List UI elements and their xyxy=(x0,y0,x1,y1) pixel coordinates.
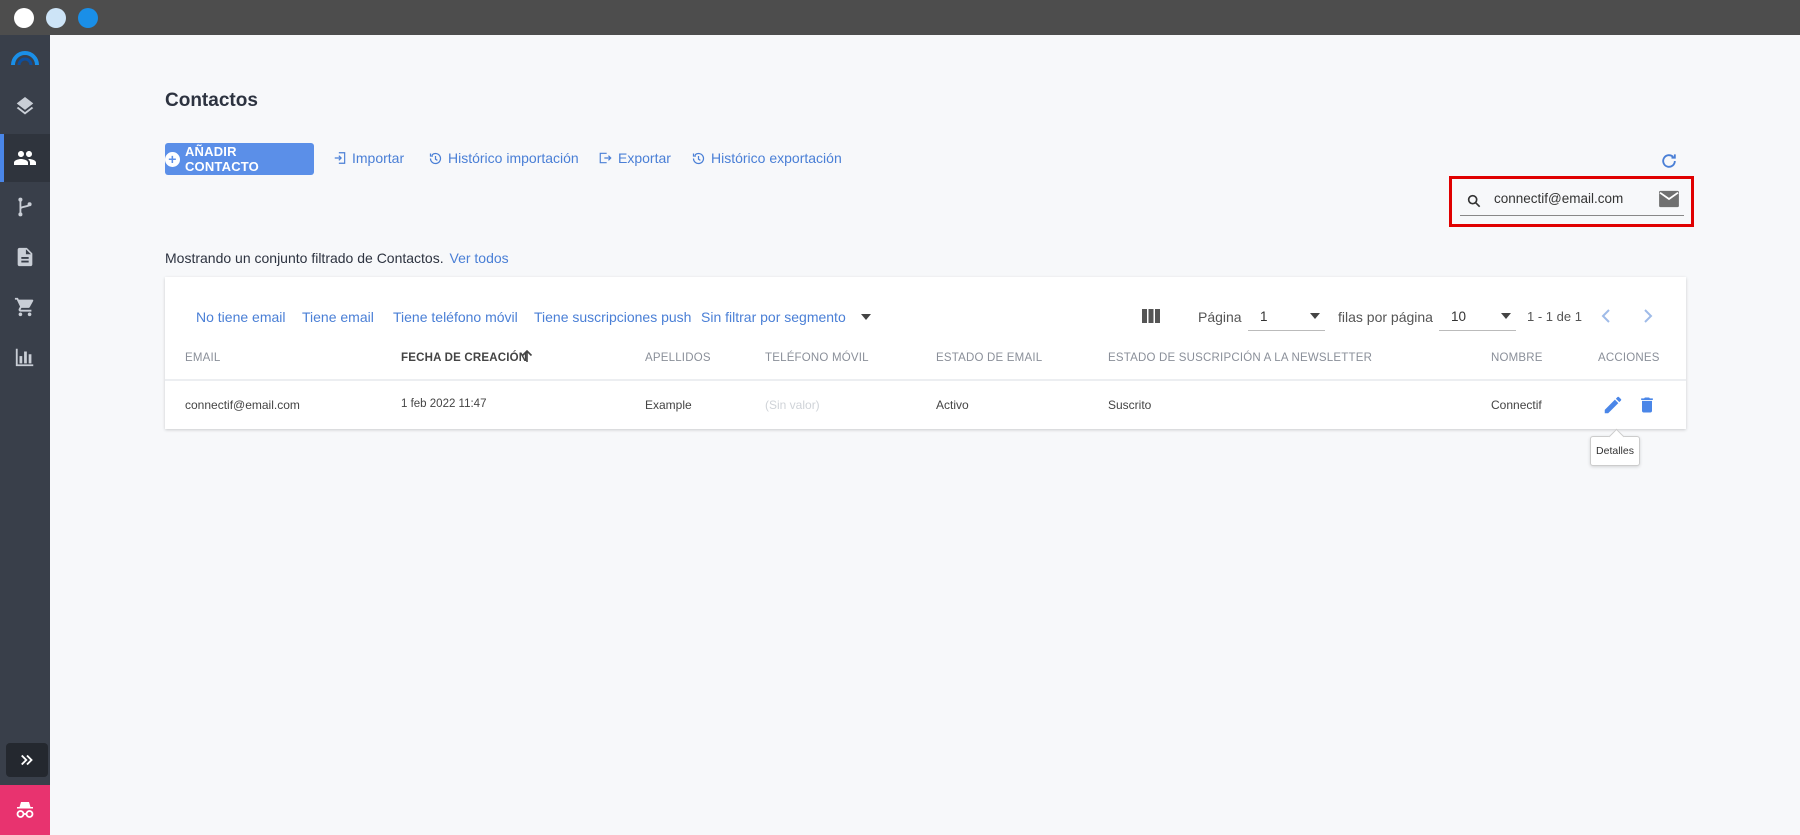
cell-newsletter-status: Suscrito xyxy=(1108,398,1152,412)
pagination-range: 1 - 1 de 1 xyxy=(1527,309,1582,324)
cart-icon xyxy=(14,297,34,317)
chevron-left-icon[interactable] xyxy=(1600,308,1612,324)
search-icon xyxy=(1467,194,1481,208)
email-icon[interactable] xyxy=(1658,190,1680,208)
import-history-button[interactable]: Histórico importación xyxy=(428,150,579,166)
header-email[interactable]: EMAIL xyxy=(185,352,221,364)
incognito-button[interactable] xyxy=(0,785,50,835)
history-icon xyxy=(429,152,442,164)
document-icon xyxy=(17,247,33,267)
chevron-right-icon[interactable] xyxy=(1642,308,1654,324)
import-button[interactable]: Importar xyxy=(333,150,404,166)
page-select[interactable]: 1 xyxy=(1248,301,1325,331)
sidebar xyxy=(0,35,50,835)
incognito-icon xyxy=(16,802,34,818)
filter-notice-text: Mostrando un conjunto filtrado de Contac… xyxy=(165,250,444,266)
rows-per-page-label: filas por página xyxy=(1338,309,1433,325)
window-maximize-button[interactable] xyxy=(78,8,98,28)
export-label: Exportar xyxy=(618,150,671,166)
search-input[interactable] xyxy=(1494,191,1654,206)
header-mobile[interactable]: TELÉFONO MÓVIL xyxy=(765,352,869,364)
edit-icon[interactable] xyxy=(1602,394,1624,416)
sidebar-item-documents[interactable] xyxy=(0,233,50,281)
header-email-status[interactable]: ESTADO DE EMAIL xyxy=(936,352,1042,364)
filter-has-mobile[interactable]: Tiene teléfono móvil xyxy=(393,309,518,325)
header-divider xyxy=(165,379,1686,381)
filter-has-push[interactable]: Tiene suscripciones push xyxy=(534,309,691,325)
cell-email: connectif@email.com xyxy=(185,398,300,412)
sidebar-item-store[interactable] xyxy=(0,283,50,331)
header-created[interactable]: FECHA DE CREACIÓN xyxy=(401,352,527,364)
refresh-icon xyxy=(1662,154,1676,168)
filter-notice: Mostrando un conjunto filtrado de Contac… xyxy=(165,250,509,266)
sidebar-logo[interactable] xyxy=(0,35,50,83)
page-title: Contactos xyxy=(165,90,258,111)
header-actions: ACCIONES xyxy=(1598,352,1660,364)
chevron-down-icon[interactable] xyxy=(861,314,871,320)
history-icon xyxy=(692,152,705,164)
chevron-down-icon xyxy=(1501,313,1511,319)
contacts-table-card: No tiene email Tiene email Tiene teléfon… xyxy=(165,277,1686,429)
contacts-icon xyxy=(14,151,36,165)
export-button[interactable]: Exportar xyxy=(598,150,671,166)
logo-icon xyxy=(11,51,39,66)
header-name[interactable]: NOMBRE xyxy=(1491,352,1543,364)
window-titlebar xyxy=(0,0,1800,35)
sort-arrow-up-icon[interactable] xyxy=(521,349,533,363)
sidebar-item-analytics[interactable] xyxy=(0,333,50,381)
window-close-button[interactable] xyxy=(14,8,34,28)
filter-no-email[interactable]: No tiene email xyxy=(196,309,286,325)
window-minimize-button[interactable] xyxy=(46,8,66,28)
rows-per-page-value: 10 xyxy=(1451,309,1467,324)
delete-icon[interactable] xyxy=(1637,394,1657,416)
export-history-button[interactable]: Histórico exportación xyxy=(691,150,842,166)
cell-name: Connectif xyxy=(1491,398,1542,412)
header-newsletter-status[interactable]: ESTADO DE SUSCRIPCIÓN A LA NEWSLETTER xyxy=(1108,352,1372,364)
workflow-icon xyxy=(18,197,32,217)
import-label: Importar xyxy=(352,150,405,166)
page-select-value: 1 xyxy=(1260,309,1268,324)
cell-created: 1 feb 2022 11:47 xyxy=(401,398,487,410)
double-chevron-right-icon xyxy=(21,754,33,766)
sidebar-item-workflows[interactable] xyxy=(0,183,50,231)
see-all-link[interactable]: Ver todos xyxy=(450,250,509,266)
cell-surname: Example xyxy=(645,398,692,412)
export-history-label: Histórico exportación xyxy=(711,150,842,166)
contact-search-field xyxy=(1460,187,1684,216)
page-label: Página xyxy=(1198,309,1242,325)
sidebar-expand-button[interactable] xyxy=(6,743,48,777)
header-surname[interactable]: APELLIDOS xyxy=(645,352,711,364)
segment-filter-dropdown[interactable]: Sin filtrar por segmento xyxy=(701,309,846,325)
import-icon xyxy=(334,152,346,164)
cell-mobile: (Sin valor) xyxy=(765,398,820,412)
import-history-label: Histórico importación xyxy=(448,150,579,166)
search-highlight xyxy=(1449,176,1694,227)
add-contact-label: AÑADIR CONTACTO xyxy=(184,144,259,174)
add-circle-icon: + xyxy=(165,151,180,167)
layers-icon xyxy=(16,97,34,115)
chevron-down-icon xyxy=(1310,313,1320,319)
cell-email-status: Activo xyxy=(936,398,969,412)
filter-has-email[interactable]: Tiene email xyxy=(302,309,374,325)
refresh-button[interactable] xyxy=(1656,148,1682,174)
sidebar-item-contacts[interactable] xyxy=(0,134,50,182)
analytics-icon xyxy=(15,348,34,367)
sidebar-item-layers[interactable] xyxy=(0,84,50,132)
export-icon xyxy=(599,152,612,164)
details-tooltip: Detalles xyxy=(1590,436,1640,466)
columns-icon[interactable] xyxy=(1142,308,1160,324)
add-contact-button[interactable]: + AÑADIR CONTACTO xyxy=(165,143,314,175)
rows-per-page-select[interactable]: 10 xyxy=(1439,301,1516,331)
